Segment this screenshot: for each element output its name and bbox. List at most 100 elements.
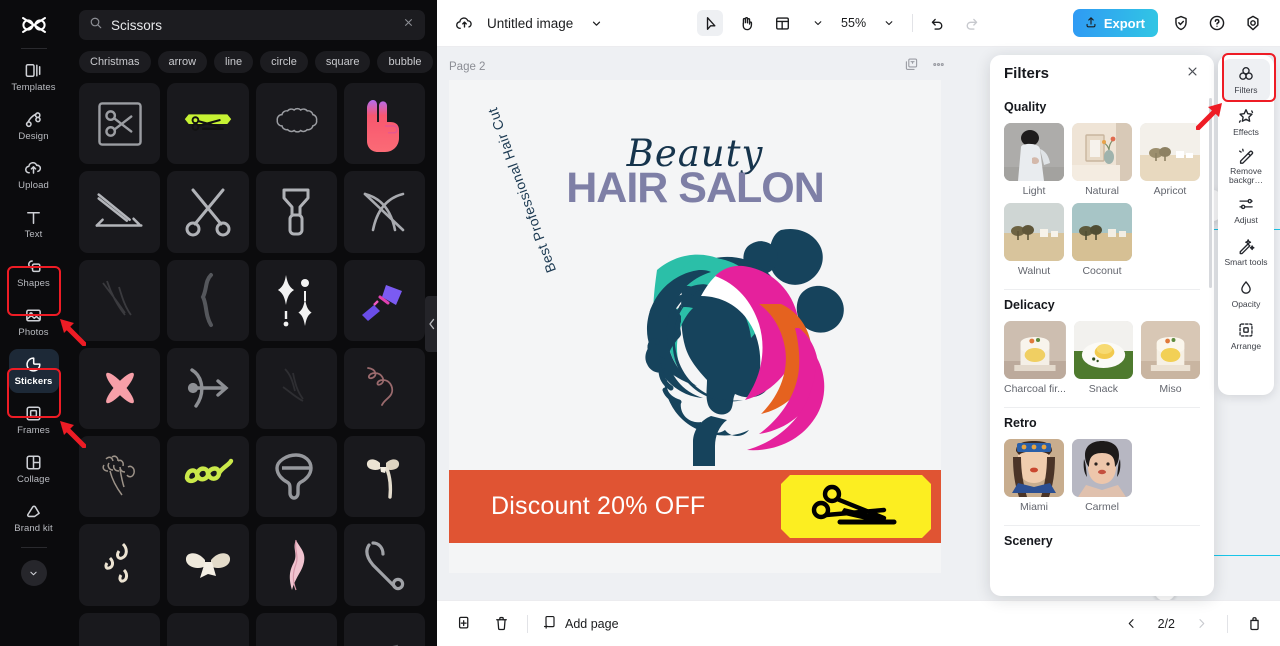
- help-circle-icon[interactable]: [1204, 10, 1230, 36]
- sidebar-item-collage[interactable]: Collage: [9, 447, 59, 491]
- chevron-right-icon[interactable]: [1189, 612, 1213, 636]
- close-icon[interactable]: [402, 16, 415, 34]
- sticker-item[interactable]: [343, 259, 425, 341]
- sticker-item[interactable]: [343, 171, 425, 253]
- filter-item[interactable]: Miso: [1140, 321, 1200, 395]
- filter-thumbnail: [1072, 123, 1132, 181]
- sticker-item[interactable]: [255, 436, 337, 518]
- search-tag[interactable]: square: [314, 51, 371, 73]
- tool-smart-tools[interactable]: Smart tools: [1222, 231, 1270, 273]
- filters-scrollbar[interactable]: [1209, 98, 1212, 288]
- duplicate-page-icon[interactable]: [904, 57, 919, 77]
- search-tag[interactable]: arrow: [157, 51, 208, 73]
- filter-item[interactable]: Apricot: [1140, 123, 1200, 197]
- chevron-down-icon[interactable]: [876, 10, 902, 36]
- search-tag[interactable]: bubble: [377, 51, 433, 73]
- undo-icon[interactable]: [923, 10, 949, 36]
- filter-item[interactable]: Light: [1004, 123, 1064, 197]
- filter-item[interactable]: Natural: [1072, 123, 1132, 197]
- filter-item[interactable]: Walnut: [1004, 203, 1064, 277]
- more-horizontal-icon[interactable]: [931, 57, 946, 77]
- sidebar-item-text[interactable]: Text: [9, 202, 59, 246]
- sticker-item[interactable]: [255, 347, 337, 429]
- sidebar-item-design[interactable]: Design: [9, 104, 59, 148]
- tool-arrange[interactable]: Arrange: [1222, 315, 1270, 357]
- tool-label: Opacity: [1231, 298, 1261, 309]
- chevron-down-icon[interactable]: [583, 10, 609, 36]
- filter-divider: [1004, 525, 1200, 526]
- chevron-left-icon[interactable]: [1120, 612, 1144, 636]
- trash-icon[interactable]: [489, 612, 513, 636]
- sidebar-item-upload[interactable]: Upload: [9, 153, 59, 197]
- poster-canvas[interactable]: Beauty HAIR SALON Best Professional Hair…: [449, 80, 941, 573]
- tool-remove-background[interactable]: Remove backgr…: [1222, 143, 1270, 189]
- search-tag[interactable]: Christmas: [79, 51, 151, 73]
- redo-icon[interactable]: [959, 10, 985, 36]
- sticker-item[interactable]: [255, 171, 337, 253]
- panel-collapse-handle[interactable]: [425, 296, 437, 352]
- sticker-item[interactable]: [255, 259, 337, 341]
- tool-filters[interactable]: Filters: [1222, 59, 1270, 101]
- filter-item[interactable]: Snack: [1073, 321, 1133, 395]
- layout-grid-icon[interactable]: [769, 10, 795, 36]
- sticker-item[interactable]: [167, 171, 249, 253]
- sticker-item[interactable]: [255, 524, 337, 606]
- sticker-item[interactable]: [79, 347, 161, 429]
- document-title[interactable]: Untitled image: [487, 16, 573, 31]
- sticker-item[interactable]: [167, 259, 249, 341]
- sidebar-item-brand-kit[interactable]: Brand kit: [9, 496, 59, 540]
- tool-opacity[interactable]: Opacity: [1222, 273, 1270, 315]
- sticker-item[interactable]: [167, 524, 249, 606]
- sidebar-item-frames[interactable]: Frames: [9, 398, 59, 442]
- sticker-item[interactable]: [79, 436, 161, 518]
- sidebar-item-stickers[interactable]: Stickers: [8, 349, 59, 393]
- tool-label: Adjust: [1234, 214, 1258, 225]
- sticker-item[interactable]: [79, 524, 161, 606]
- sidebar-item-templates[interactable]: Templates: [9, 55, 59, 99]
- filter-item[interactable]: Miami: [1004, 439, 1064, 513]
- search-tag[interactable]: circle: [260, 51, 308, 73]
- filter-label: Miso: [1159, 383, 1182, 395]
- export-button[interactable]: Export: [1072, 9, 1158, 37]
- sticker-item[interactable]: [343, 83, 425, 165]
- capcut-logo[interactable]: [12, 8, 56, 42]
- sticker-item[interactable]: [167, 612, 249, 646]
- sticker-item[interactable]: [343, 524, 425, 606]
- search-tag[interactable]: line: [214, 51, 254, 73]
- sticker-item[interactable]: [79, 83, 161, 165]
- chevron-down-icon[interactable]: [20, 560, 47, 586]
- filter-item[interactable]: Carmel: [1072, 439, 1132, 513]
- close-icon[interactable]: [1185, 64, 1200, 84]
- add-page-button[interactable]: Add page: [542, 614, 619, 633]
- sidebar-item-photos[interactable]: Photos: [9, 300, 59, 344]
- sticker-item[interactable]: [255, 83, 337, 165]
- export-page-icon[interactable]: [1242, 612, 1266, 636]
- gear-icon[interactable]: [1240, 10, 1266, 36]
- sticker-item[interactable]: [79, 171, 161, 253]
- search-box[interactable]: [79, 10, 425, 40]
- sidebar-item-shapes[interactable]: Shapes: [9, 251, 59, 295]
- cursor-select-icon[interactable]: [697, 10, 724, 36]
- search-input[interactable]: [111, 17, 394, 33]
- filters-panel-body[interactable]: Quality Light Natural Apricot Walnut Coc…: [990, 92, 1214, 596]
- filter-item[interactable]: Coconut: [1072, 203, 1132, 277]
- shield-check-icon[interactable]: [1168, 10, 1194, 36]
- sticker-item[interactable]: [343, 436, 425, 518]
- chevron-down-icon[interactable]: [805, 10, 831, 36]
- sticker-item[interactable]: [255, 612, 337, 646]
- sticker-item[interactable]: [167, 347, 249, 429]
- cloud-save-icon[interactable]: [451, 10, 477, 36]
- sticker-item[interactable]: [167, 83, 249, 165]
- hand-pan-icon[interactable]: [733, 10, 759, 36]
- sticker-item[interactable]: [343, 612, 425, 646]
- duplicate-page-icon[interactable]: [451, 612, 475, 636]
- arrange-icon: [1237, 321, 1256, 340]
- sticker-item[interactable]: [167, 436, 249, 518]
- sticker-item[interactable]: [79, 259, 161, 341]
- sticker-item[interactable]: [79, 612, 161, 646]
- tool-adjust[interactable]: Adjust: [1222, 189, 1270, 231]
- sticker-item[interactable]: [343, 347, 425, 429]
- sidebar-item-label: Collage: [17, 474, 50, 486]
- filter-item[interactable]: Charcoal fir...: [1004, 321, 1066, 395]
- tool-effects[interactable]: Effects: [1222, 101, 1270, 143]
